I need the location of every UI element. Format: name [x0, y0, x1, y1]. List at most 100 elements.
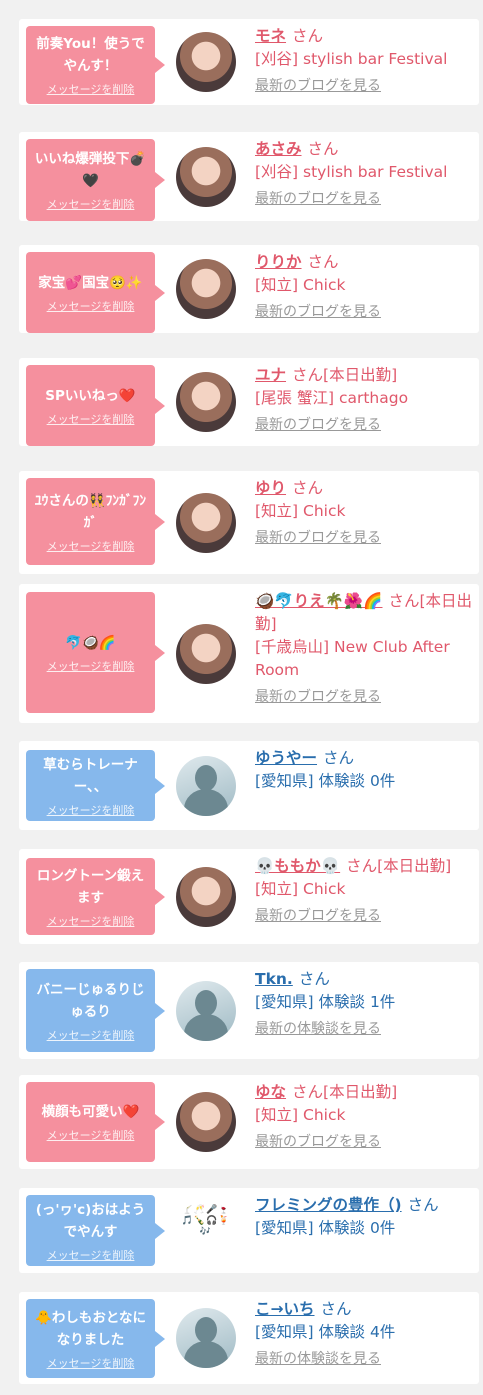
user-info: ユナ さん[本日出勤] [尾張 蟹江] carthago 最新のブログを見る — [255, 364, 475, 437]
message-card: バニーじゅるりじゅるり メッセージを削除 Tkn. さん [愛知県] 体験談 1件 最新の… — [19, 962, 479, 1059]
user-name-link[interactable]: Tkn. — [255, 970, 293, 988]
avatar[interactable]: 🍸🥂🎤🍷🎵🍾🎧🍹🎶 — [176, 1201, 236, 1261]
shop-label: [愛知県] 体験談 1件 — [255, 993, 396, 1011]
avatar[interactable] — [176, 624, 236, 684]
user-name-line: 💀ももか💀 さん[本日出勤] — [255, 855, 475, 878]
avatar[interactable] — [176, 1308, 236, 1368]
latest-post-link[interactable]: 最新のブログを見る — [255, 188, 475, 211]
message-bubble: 草むらトレーナー、、 メッセージを削除 — [26, 750, 165, 821]
message-text: (っ'ヮ'c)おはようでやんす — [35, 1201, 146, 1240]
avatar[interactable] — [176, 493, 236, 553]
honorific-suffix: さん[本日出勤] — [346, 857, 452, 875]
user-name-link[interactable]: りりか — [255, 253, 302, 271]
delete-message-link[interactable]: メッセージを削除 — [47, 1357, 135, 1371]
avatar[interactable] — [176, 981, 236, 1041]
message-card: 草むらトレーナー、、 メッセージを削除 ゆうやー さん [愛知県] 体験談 0件 — [19, 741, 479, 830]
avatar[interactable] — [176, 756, 236, 816]
delete-message-link[interactable]: メッセージを削除 — [47, 413, 135, 427]
user-name-line: モネ さん — [255, 25, 475, 48]
delete-message-link[interactable]: メッセージを削除 — [47, 1029, 135, 1043]
avatar[interactable] — [176, 867, 236, 927]
honorific-suffix: さん[本日出勤] — [292, 366, 398, 384]
message-bubble: SPいいねっ❤️ メッセージを削除 — [26, 365, 165, 446]
user-name-link[interactable]: ゆな — [255, 1083, 286, 1101]
latest-post-link[interactable]: 最新のブログを見る — [255, 301, 475, 324]
avatar[interactable] — [176, 32, 236, 92]
shop-label: [愛知県] 体験談 0件 — [255, 772, 396, 790]
delete-message-link[interactable]: メッセージを削除 — [47, 660, 135, 674]
message-bubble: バニーじゅるりじゅるり メッセージを削除 — [26, 969, 165, 1052]
message-text: いいね爆弾投下💣🖤 — [34, 151, 147, 189]
delete-message-link[interactable]: メッセージを削除 — [47, 83, 135, 97]
message-bubble: ﾕｳさんの👯ﾌﾝｶﾞﾌﾝｶﾞ メッセージを削除 — [26, 478, 165, 565]
user-name-link[interactable]: ユナ — [255, 366, 286, 384]
avatar[interactable] — [176, 259, 236, 319]
user-name-line: あさみ さん — [255, 138, 475, 161]
shop-label: [愛知県] 体験談 0件 — [255, 1219, 396, 1237]
latest-post-link[interactable]: 最新の体験談を見る — [255, 1348, 475, 1371]
latest-post-link[interactable]: 最新のブログを見る — [255, 1131, 475, 1154]
avatar[interactable] — [176, 372, 236, 432]
message-card: ﾕｳさんの👯ﾌﾝｶﾞﾌﾝｶﾞ メッセージを削除 ゆり さん [知立] Chick 最新のブ… — [19, 471, 479, 574]
message-card: 前奏You！使うでやんす！ メッセージを削除 モネ さん [刈谷] stylish ba… — [19, 19, 479, 105]
delete-message-link[interactable]: メッセージを削除 — [47, 300, 135, 314]
delete-message-link[interactable]: メッセージを削除 — [47, 540, 135, 554]
latest-post-link[interactable]: 最新のブログを見る — [255, 414, 475, 437]
message-text: 🐬🥥🌈 — [65, 634, 116, 651]
user-info: こ→いち さん [愛知県] 体験談 4件最新の体験談を見る — [255, 1298, 475, 1371]
message-card: (っ'ヮ'c)おはようでやんす メッセージを削除 🍸🥂🎤🍷🎵🍾🎧🍹🎶 フレミングの豊作… — [19, 1188, 479, 1273]
delete-message-link[interactable]: メッセージを削除 — [47, 1249, 135, 1263]
user-name-link[interactable]: 💀ももか💀 — [255, 857, 340, 875]
user-info: あさみ さん [刈谷] stylish bar Festival 最新のブログを見る — [255, 138, 475, 211]
user-info: 🥥🐬りえ🌴🌺🌈 さん[本日出勤] [千歳烏山] New Club After Roo… — [255, 590, 475, 709]
user-name-line: ユナ さん[本日出勤] — [255, 364, 475, 387]
message-bubble: ロングトーン鍛えますメッセージを削除 — [26, 858, 165, 935]
message-card: SPいいねっ❤️ メッセージを削除 ユナ さん[本日出勤] [尾張 蟹江] cartha… — [19, 358, 479, 446]
user-name-link[interactable]: モネ — [255, 27, 286, 45]
shop-label: [尾張 蟹江] carthago — [255, 389, 409, 407]
user-name-line: ゆうやー さん — [255, 747, 475, 770]
message-bubble: 横顔も可愛い❤️ メッセージを削除 — [26, 1082, 165, 1162]
user-name-link[interactable]: フレミングの豊作（) — [255, 1196, 402, 1214]
message-bubble: (っ'ヮ'c)おはようでやんすメッセージを削除 — [26, 1195, 165, 1266]
message-text: 横顔も可愛い❤️ — [41, 1104, 140, 1120]
avatar[interactable] — [176, 147, 236, 207]
delete-message-link[interactable]: メッセージを削除 — [47, 804, 135, 818]
user-name-line: こ→いち さん — [255, 1298, 475, 1321]
shop-label: [知立] Chick — [255, 502, 346, 520]
message-card: 家宝💕国宝🥺✨ メッセージを削除 りりか さん [知立] Chick 最新のブログを見る — [19, 245, 479, 333]
delete-message-link[interactable]: メッセージを削除 — [47, 198, 135, 212]
message-card: 横顔も可愛い❤️ メッセージを削除 ゆな さん[本日出勤] [知立] Chick 最新のブ… — [19, 1075, 479, 1169]
message-text: ロングトーン鍛えます — [36, 867, 145, 906]
honorific-suffix: さん[本日出勤] — [292, 1083, 398, 1101]
delete-message-link[interactable]: メッセージを削除 — [47, 915, 135, 929]
avatar[interactable] — [176, 1092, 236, 1152]
user-name-link[interactable]: ゆり — [255, 479, 286, 497]
message-text: 🐥わしもおとなになりました — [35, 1309, 146, 1348]
message-card: ロングトーン鍛えます メッセージを削除 💀ももか💀 さん[本日出勤] [知立] Chic… — [19, 849, 479, 944]
user-name-line: ゆな さん[本日出勤] — [255, 1081, 475, 1104]
latest-post-link[interactable]: 最新のブログを見る — [255, 75, 475, 98]
shop-label: [愛知県] 体験談 4件 — [255, 1323, 396, 1341]
latest-post-link[interactable]: 最新のブログを見る — [255, 527, 475, 550]
latest-post-link[interactable]: 最新の体験談を見る — [255, 1018, 475, 1041]
user-info: ゆな さん[本日出勤] [知立] Chick 最新のブログを見る — [255, 1081, 475, 1154]
honorific-suffix: さん — [307, 253, 339, 271]
honorific-suffix: さん — [407, 1196, 439, 1214]
delete-message-link[interactable]: メッセージを削除 — [47, 1129, 135, 1143]
user-name-line: ゆり さん — [255, 477, 475, 500]
user-name-link[interactable]: あさみ — [255, 140, 302, 158]
message-card: 🐬🥥🌈 メッセージを削除 🥥🐬りえ🌴🌺🌈 さん[本日出勤] [千歳烏山] New Clu… — [19, 584, 479, 723]
message-bubble: 🐥わしもおとなになりましたメッセージを削除 — [26, 1299, 165, 1378]
honorific-suffix: さん — [292, 27, 324, 45]
latest-post-link[interactable]: 最新のブログを見る — [255, 905, 475, 928]
user-name-link[interactable]: ゆうやー — [255, 749, 317, 767]
user-info: Tkn. さん [愛知県] 体験談 1件 最新の体験談を見る — [255, 968, 475, 1041]
message-text: 家宝💕国宝🥺✨ — [38, 274, 143, 291]
message-text: SPいいねっ❤️ — [45, 387, 136, 404]
user-info: ゆり さん [知立] Chick 最新のブログを見る — [255, 477, 475, 550]
latest-post-link[interactable]: 最新のブログを見る — [255, 686, 475, 709]
user-name-link[interactable]: こ→いち — [255, 1300, 315, 1318]
message-bubble: 前奏You！使うでやんす！ メッセージを削除 — [26, 26, 165, 104]
user-name-link[interactable]: 🥥🐬りえ🌴🌺🌈 — [255, 592, 383, 610]
